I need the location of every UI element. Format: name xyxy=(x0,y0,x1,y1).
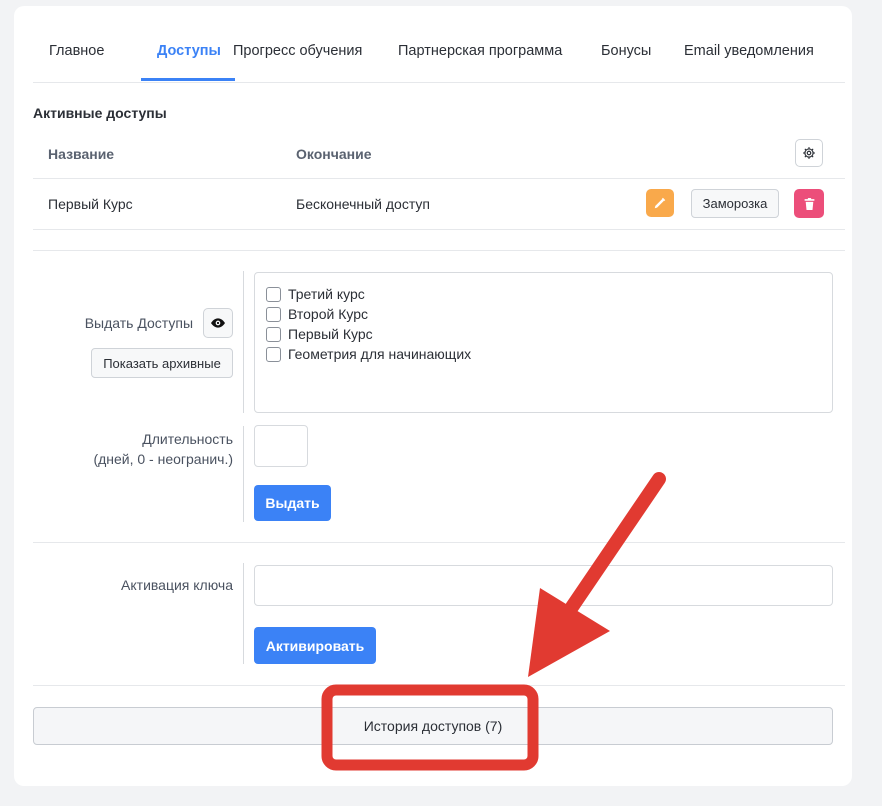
column-header-name: Название xyxy=(48,146,115,162)
course-label: Третий курс xyxy=(288,286,365,302)
section-title: Активные доступы xyxy=(33,105,167,121)
duration-hint: (дней, 0 - неогранич.) xyxy=(93,451,233,467)
course-option[interactable]: Третий курс xyxy=(266,286,365,302)
divider xyxy=(243,271,244,413)
course-option[interactable]: Первый Курс xyxy=(266,326,373,342)
show-password-button[interactable] xyxy=(203,308,233,338)
activate-button[interactable]: Активировать xyxy=(254,627,376,664)
student-card: Главное Доступы Прогресс обучения Партне… xyxy=(14,6,852,786)
delete-button[interactable] xyxy=(794,189,824,218)
course-option[interactable]: Геометрия для начинающих xyxy=(266,346,471,362)
settings-button[interactable] xyxy=(795,139,823,167)
divider xyxy=(33,250,845,251)
checkbox[interactable] xyxy=(266,346,281,362)
duration-label: Длительность xyxy=(142,431,233,447)
course-option[interactable]: Второй Курс xyxy=(266,306,368,322)
access-end: Бесконечный доступ xyxy=(296,196,430,212)
divider xyxy=(33,542,845,543)
tab-access[interactable]: Доступы xyxy=(157,43,221,59)
checkbox[interactable] xyxy=(266,286,281,302)
divider xyxy=(243,426,244,522)
course-label: Первый Курс xyxy=(288,326,373,342)
tab-bar: Главное Доступы Прогресс обучения Партне… xyxy=(33,6,845,83)
active-tab-indicator xyxy=(141,78,235,81)
activation-key-input[interactable] xyxy=(254,565,833,606)
eye-icon xyxy=(211,318,225,328)
gear-icon xyxy=(803,147,815,159)
divider xyxy=(33,178,845,179)
grant-label: Выдать Доступы xyxy=(84,315,193,331)
duration-input[interactable] xyxy=(254,425,308,467)
tab-email[interactable]: Email уведомления xyxy=(684,43,814,59)
trash-icon xyxy=(804,197,814,210)
freeze-button[interactable]: Заморозка xyxy=(691,189,779,218)
access-history-button[interactable]: История доступов (7) xyxy=(33,707,833,745)
divider xyxy=(33,685,845,686)
checkbox[interactable] xyxy=(266,326,281,342)
show-archived-button[interactable]: Показать архивные xyxy=(91,348,233,378)
column-header-end: Окончание xyxy=(296,146,372,162)
divider xyxy=(33,229,845,230)
course-list: Третий курс Второй Курс Первый Курс Геом… xyxy=(254,272,833,413)
pencil-icon xyxy=(654,197,666,209)
checkbox[interactable] xyxy=(266,306,281,322)
tab-progress[interactable]: Прогресс обучения xyxy=(233,43,362,59)
tab-partner[interactable]: Партнерская программа xyxy=(398,43,562,59)
tab-bonuses[interactable]: Бонусы xyxy=(601,43,651,59)
grant-button[interactable]: Выдать xyxy=(254,485,331,521)
tab-main[interactable]: Главное xyxy=(49,43,104,59)
divider xyxy=(243,563,244,664)
edit-button[interactable] xyxy=(646,189,674,217)
access-name: Первый Курс xyxy=(48,196,133,212)
course-label: Геометрия для начинающих xyxy=(288,346,472,362)
course-label: Второй Курс xyxy=(288,306,368,322)
activation-label: Активация ключа xyxy=(121,577,233,593)
